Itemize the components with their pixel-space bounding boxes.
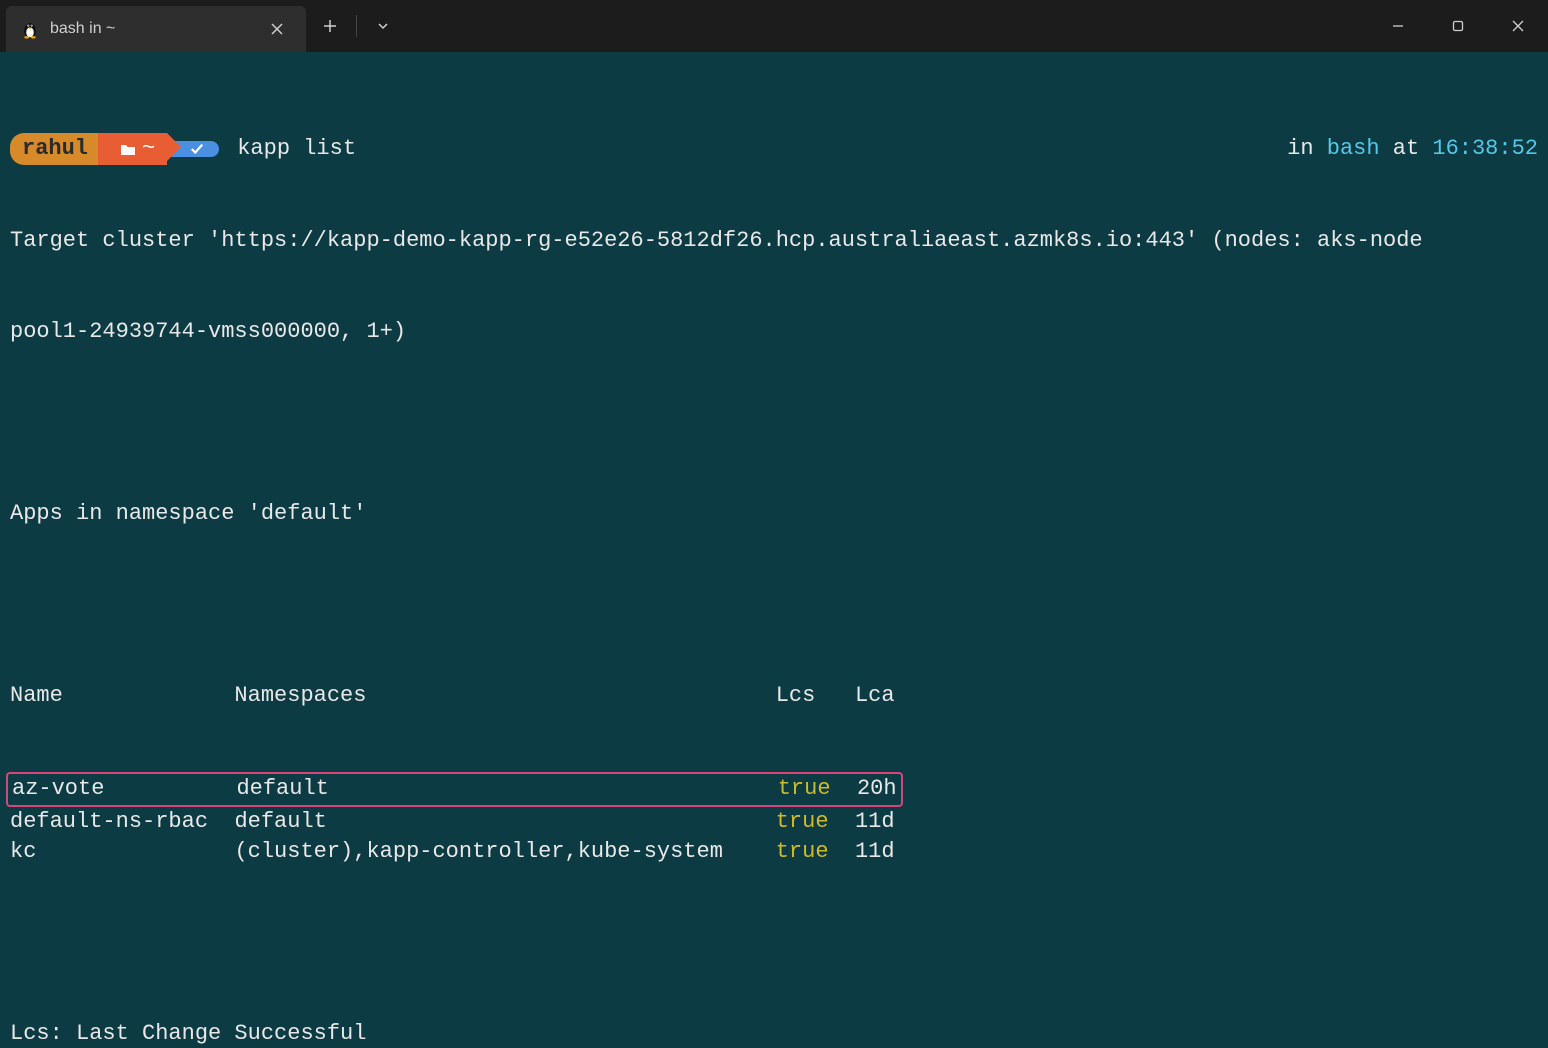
prompt-right-info: in bash at 16:38:52	[1287, 134, 1538, 164]
output-target-line1: Target cluster 'https://kapp-demo-kapp-r…	[10, 226, 1538, 256]
command-text: kapp list	[237, 134, 356, 164]
close-window-button[interactable]	[1488, 0, 1548, 52]
prompt-user-segment: rahul	[10, 133, 98, 165]
new-tab-button[interactable]	[306, 0, 354, 52]
maximize-button[interactable]	[1428, 0, 1488, 52]
legend-lcs: Lcs: Last Change Successful	[10, 1019, 1538, 1048]
tab-divider	[356, 15, 357, 37]
tab-dropdown-button[interactable]	[359, 0, 407, 52]
blank-line	[10, 590, 1538, 620]
titlebar: bash in ~	[0, 0, 1548, 52]
highlighted-row: az-vote default true 20h	[6, 772, 903, 806]
table-row: default-ns-rbac default true 11d	[10, 807, 1538, 837]
tux-penguin-icon	[20, 19, 40, 39]
prompt-line: rahul ~ kapp list in bash at 16:38:52	[10, 133, 1538, 165]
table-rows: az-vote default true 20hdefault-ns-rbac …	[10, 772, 1538, 867]
blank-line	[10, 408, 1538, 438]
minimize-button[interactable]	[1368, 0, 1428, 52]
prompt-path-segment: ~	[98, 133, 167, 165]
terminal-body[interactable]: rahul ~ kapp list in bash at 16:38:52 Ta…	[0, 52, 1548, 1048]
window-controls	[1368, 0, 1548, 52]
table-row: kc (cluster),kapp-controller,kube-system…	[10, 837, 1538, 867]
table-header-row: Name Namespaces Lcs Lca	[10, 681, 1538, 711]
terminal-tab[interactable]: bash in ~	[6, 6, 306, 52]
table-row: az-vote default true 20h	[10, 772, 1538, 806]
tab-title: bash in ~	[50, 20, 252, 38]
check-icon	[189, 142, 205, 156]
output-apps-namespace: Apps in namespace 'default'	[10, 499, 1538, 529]
output-target-line2: pool1-24939744-vmss000000, 1+)	[10, 317, 1538, 347]
blank-line	[10, 928, 1538, 958]
tab-close-button[interactable]	[262, 14, 292, 44]
tilde-label: ~	[142, 134, 155, 164]
tab-controls	[306, 0, 407, 52]
folder-icon	[120, 142, 136, 156]
